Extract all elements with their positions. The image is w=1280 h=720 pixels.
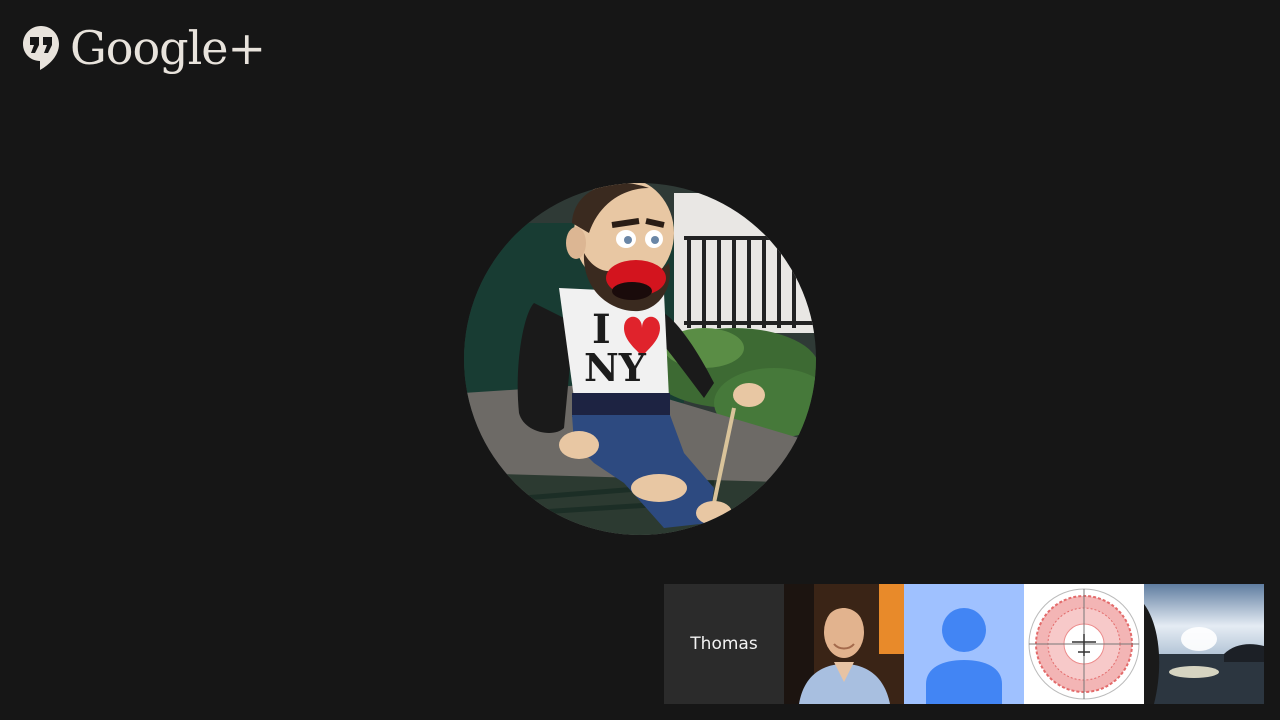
participant-tile-default[interactable] xyxy=(904,584,1024,704)
radar-plot-image xyxy=(1024,584,1144,704)
hangouts-quote-icon xyxy=(23,26,59,70)
active-speaker-avatar[interactable]: I NY xyxy=(464,183,816,535)
person-photo xyxy=(784,584,904,704)
participant-tile-radar[interactable] xyxy=(1024,584,1144,704)
participant-tile-lake[interactable] xyxy=(1144,584,1264,704)
participant-tile-thomas[interactable]: Thomas xyxy=(664,584,784,704)
lake-sunset-image xyxy=(1144,584,1264,704)
participant-name: Thomas xyxy=(690,634,758,654)
default-avatar-icon xyxy=(904,584,1024,704)
brand-name: Google+ xyxy=(70,21,266,75)
hangout-stage: Google+ I NY Thomas xyxy=(0,0,1280,720)
participant-filmstrip: Thomas xyxy=(664,584,1264,704)
participant-tile-person-photo[interactable] xyxy=(784,584,904,704)
svg-text:NY: NY xyxy=(584,345,647,390)
brand-logo: Google+ xyxy=(22,20,266,76)
puppet-photo: I NY xyxy=(464,183,816,535)
